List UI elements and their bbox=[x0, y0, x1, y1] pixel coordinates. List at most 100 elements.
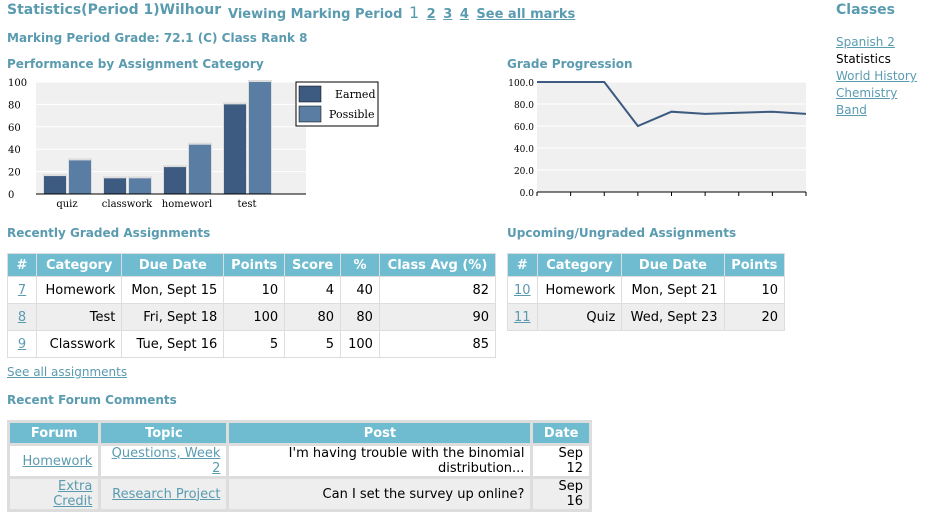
table-row: 10 Homework Mon, Sept 21 10 bbox=[508, 277, 784, 303]
class-link-band[interactable]: Band bbox=[836, 103, 867, 117]
cell-category: Test bbox=[37, 304, 122, 330]
table-row: 8 Test Fri, Sept 18 100 80 80 90 bbox=[8, 304, 495, 330]
performance-xtick-label: quiz bbox=[56, 199, 77, 210]
cell-points: 5 bbox=[224, 331, 285, 357]
upcoming-title: Upcoming/Ungraded Assignments bbox=[507, 226, 737, 240]
period-link-4[interactable]: 4 bbox=[460, 7, 469, 22]
cell-avg: 85 bbox=[379, 331, 495, 357]
marking-period-grade: Marking Period Grade: 72.1 (C) Class Ran… bbox=[7, 31, 308, 45]
forum-table: Forum Topic Post Date Homework Questions… bbox=[7, 420, 592, 512]
topic-link[interactable]: Questions, Week 2 bbox=[112, 446, 221, 476]
period-link-2[interactable]: 2 bbox=[427, 7, 436, 22]
cell-avg: 82 bbox=[379, 277, 495, 303]
class-current-statistics: Statistics bbox=[836, 52, 891, 66]
progression-ytick-label: 60.0 bbox=[514, 123, 534, 133]
cell-date: Sep 12 bbox=[533, 446, 589, 476]
cell-score: 5 bbox=[285, 331, 341, 357]
page-title: Statistics(Period 1)Wilhour bbox=[7, 2, 222, 18]
col-date: Date bbox=[533, 423, 589, 443]
cell-category: Homework bbox=[37, 277, 122, 303]
table-row: 7 Homework Mon, Sept 15 10 4 40 82 bbox=[8, 277, 495, 303]
progression-ytick-label: 0.0 bbox=[520, 189, 535, 199]
classes-title: Classes bbox=[836, 2, 896, 18]
recent-title: Recently Graded Assignments bbox=[7, 226, 211, 240]
cell-points: 100 bbox=[224, 304, 285, 330]
table-row: 9 Classwork Tue, Sept 16 5 5 100 85 bbox=[8, 331, 495, 357]
cell-due: Wed, Sept 23 bbox=[622, 304, 724, 330]
class-link-spanish-2[interactable]: Spanish 2 bbox=[836, 35, 895, 49]
performance-ytick-label: 40 bbox=[8, 145, 21, 156]
bar-earned-test bbox=[224, 104, 246, 194]
assignment-link[interactable]: 10 bbox=[514, 283, 531, 298]
marking-period-nav: Viewing Marking Period 1 2 3 4 See all m… bbox=[228, 3, 575, 22]
legend-label-earned: Earned bbox=[335, 88, 375, 101]
assignment-link[interactable]: 7 bbox=[18, 283, 26, 298]
col-category: Category bbox=[537, 254, 622, 276]
bar-possible-test bbox=[249, 82, 271, 194]
assignment-link[interactable]: 8 bbox=[18, 310, 26, 325]
cell-category: Quiz bbox=[537, 304, 622, 330]
progression-chart: 0.0 20.0 40.0 60.0 80.0 100.0 bbox=[508, 79, 807, 199]
performance-ytick-label: 20 bbox=[8, 168, 21, 179]
col-category: Category bbox=[37, 254, 122, 276]
topic-link[interactable]: Research Project bbox=[112, 487, 220, 502]
cell-score: 80 bbox=[285, 304, 341, 330]
performance-xtick-label: homeworl bbox=[162, 199, 212, 210]
assignment-link[interactable]: 11 bbox=[514, 310, 531, 325]
cell-pct: 100 bbox=[341, 331, 379, 357]
bar-earned-classwork bbox=[104, 178, 126, 194]
col-class-avg: Class Avg (%) bbox=[379, 254, 495, 276]
forum-table-wrap: Forum Topic Post Date Homework Questions… bbox=[7, 420, 592, 512]
cell-due: Mon, Sept 15 bbox=[122, 277, 224, 303]
table-row: 11 Quiz Wed, Sept 23 20 bbox=[508, 304, 784, 330]
current-period: 1 bbox=[408, 3, 420, 22]
performance-xtick-label: test bbox=[237, 199, 256, 210]
performance-ytick-label: 100 bbox=[8, 78, 27, 89]
forum-link[interactable]: Homework bbox=[22, 454, 92, 469]
period-link-3[interactable]: 3 bbox=[443, 7, 452, 22]
col-post: Post bbox=[229, 423, 531, 443]
progression-ytick-label: 40.0 bbox=[514, 145, 534, 155]
col-percent: % bbox=[341, 254, 379, 276]
col-forum: Forum bbox=[10, 423, 99, 443]
cell-due: Tue, Sept 16 bbox=[122, 331, 224, 357]
performance-legend: Earned Possible bbox=[295, 81, 379, 127]
recent-table: # Category Due Date Points Score % Class… bbox=[7, 253, 496, 358]
progression-title: Grade Progression bbox=[507, 57, 633, 71]
class-link-chemistry[interactable]: Chemistry bbox=[836, 86, 897, 100]
progression-ytick-label: 100.0 bbox=[508, 79, 534, 89]
classes-sidebar: Classes Spanish 2 Statistics World Histo… bbox=[836, 2, 936, 119]
legend-swatch-possible bbox=[298, 105, 322, 123]
performance-title: Performance by Assignment Category bbox=[7, 57, 264, 71]
cell-points: 10 bbox=[224, 277, 285, 303]
cell-post: Can I set the survey up online? bbox=[229, 479, 531, 509]
legend-swatch-earned bbox=[298, 85, 322, 103]
bar-earned-homeworl bbox=[164, 167, 186, 194]
progression-ytick-label: 20.0 bbox=[514, 167, 534, 177]
performance-xtick-label: classwork bbox=[102, 199, 153, 210]
upcoming-table: # Category Due Date Points 10 Homework M… bbox=[507, 253, 785, 331]
forum-title: Recent Forum Comments bbox=[7, 393, 177, 407]
bar-possible-classwork bbox=[129, 178, 151, 194]
col-num: # bbox=[508, 254, 537, 276]
col-score: Score bbox=[285, 254, 341, 276]
viewing-label: Viewing Marking Period bbox=[228, 7, 403, 22]
cell-date: Sep 16 bbox=[533, 479, 589, 509]
col-num: # bbox=[8, 254, 36, 276]
cell-pct: 40 bbox=[341, 277, 379, 303]
cell-due: Fri, Sept 18 bbox=[122, 304, 224, 330]
progression-ytick-label: 80.0 bbox=[514, 101, 534, 111]
assignment-link[interactable]: 9 bbox=[18, 337, 26, 352]
performance-chart: 0 20 40 60 80 100 quiz classwork homeworl test E… bbox=[8, 78, 379, 210]
see-all-assignments-link[interactable]: See all assignments bbox=[7, 365, 127, 379]
upcoming-table-wrap: # Category Due Date Points 10 Homework M… bbox=[507, 253, 785, 331]
class-link-world-history[interactable]: World History bbox=[836, 69, 917, 83]
table-row: Extra Credit Research Project Can I set … bbox=[10, 479, 589, 509]
cell-category: Homework bbox=[537, 277, 622, 303]
cell-category: Classwork bbox=[37, 331, 122, 357]
cell-points: 10 bbox=[724, 277, 784, 303]
see-all-marks-link[interactable]: See all marks bbox=[476, 7, 575, 22]
col-points: Points bbox=[224, 254, 285, 276]
forum-link[interactable]: Extra Credit bbox=[53, 479, 92, 509]
bar-possible-homeworl bbox=[189, 144, 211, 194]
